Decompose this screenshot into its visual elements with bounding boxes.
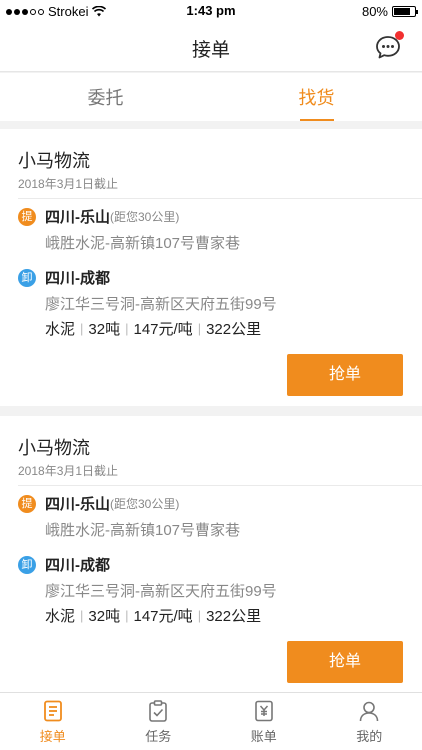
separator: | — [80, 608, 84, 623]
cargo-distance: 322公里 — [206, 608, 262, 625]
tabbar-label: 任务 — [145, 729, 172, 744]
cargo-goods: 水泥 — [45, 321, 76, 338]
active-tab-indicator — [299, 119, 334, 121]
segment-tabs: 委托 找货 — [0, 73, 422, 121]
battery-percent: 80% — [361, 4, 388, 19]
tabbar-label: 我的 — [356, 729, 383, 744]
status-bar: Strokei 1:43 pm 80% — [0, 0, 422, 22]
order-icon — [43, 700, 62, 722]
divider — [18, 485, 422, 486]
battery-status: 80% — [361, 4, 418, 19]
message-button[interactable] — [374, 31, 404, 61]
pickup-address: 峨胜水泥-高新镇107号曹家巷 — [45, 522, 241, 539]
tabbar-item-bills[interactable]: 账单 — [211, 693, 317, 750]
tabbar-label: 账单 — [250, 729, 277, 744]
bottom-tab-bar: 接单 任务 账单 我的 — [0, 692, 422, 750]
grab-order-button[interactable]: 抢单 — [287, 641, 403, 683]
cargo-weight: 32吨 — [88, 608, 121, 625]
tab-label: 找货 — [298, 88, 335, 108]
deadline: 2018年3月1日截止 — [18, 464, 119, 478]
separator: | — [197, 608, 202, 623]
unload-route-name: 四川-成都 — [45, 557, 110, 574]
order-card[interactable]: 小马物流 2018年3月1日截止 提 四川-乐山 (距您30公里) 峨胜水泥-高… — [0, 129, 422, 406]
bill-icon — [254, 700, 273, 722]
unload-badge-icon: 卸 — [18, 268, 36, 287]
divider — [18, 198, 422, 199]
battery-icon — [392, 6, 418, 17]
clock: 1:43 pm — [186, 3, 236, 18]
unload-address: 廖江华三号洞-高新区天府五街99号 — [45, 583, 277, 600]
cargo-goods: 水泥 — [45, 608, 76, 625]
pickup-badge-icon: 提 — [18, 494, 36, 513]
tab-entrust[interactable]: 委托 — [0, 73, 211, 121]
tabbar-label: 接单 — [39, 729, 66, 744]
unload-route-name: 四川-成都 — [45, 270, 110, 287]
unload-badge-icon: 卸 — [18, 555, 36, 574]
cargo-distance: 322公里 — [206, 321, 262, 338]
pickup-route: 提 四川-乐山 (距您30公里) — [18, 206, 179, 227]
cargo-info: 水泥 | 32吨 | 147元/吨 | 322公里 — [45, 318, 261, 339]
tabbar-item-tasks[interactable]: 任务 — [106, 693, 212, 750]
grab-order-button[interactable]: 抢单 — [287, 354, 403, 396]
tab-find-goods[interactable]: 找货 — [211, 73, 422, 121]
pickup-route-name: 四川-乐山 — [45, 209, 110, 226]
navigation-bar: 接单 — [0, 22, 422, 72]
pickup-distance: (距您30公里) — [110, 210, 180, 224]
company-name: 小马物流 — [18, 151, 90, 171]
pickup-badge-icon: 提 — [18, 207, 36, 226]
cargo-info: 水泥 | 32吨 | 147元/吨 | 322公里 — [45, 605, 261, 626]
separator: | — [125, 608, 129, 623]
cargo-price: 147元/吨 — [133, 321, 193, 338]
unload-route: 卸 四川-成都 — [18, 554, 110, 575]
cargo-weight: 32吨 — [88, 321, 121, 338]
tab-label: 委托 — [87, 88, 124, 108]
separator: | — [125, 321, 129, 336]
notification-dot — [395, 31, 404, 40]
separator: | — [197, 321, 202, 336]
task-icon — [149, 700, 168, 722]
pickup-route-name: 四川-乐山 — [45, 496, 110, 513]
pickup-route: 提 四川-乐山 (距您30公里) — [18, 493, 179, 514]
profile-icon — [359, 701, 379, 722]
page-title: 接单 — [191, 40, 230, 61]
cargo-price: 147元/吨 — [133, 608, 193, 625]
pickup-address: 峨胜水泥-高新镇107号曹家巷 — [45, 235, 241, 252]
tabbar-item-orders[interactable]: 接单 — [0, 693, 106, 750]
company-name: 小马物流 — [18, 438, 90, 458]
unload-route: 卸 四川-成都 — [18, 267, 110, 288]
order-list: 小马物流 2018年3月1日截止 提 四川-乐山 (距您30公里) 峨胜水泥-高… — [0, 129, 422, 703]
separator: | — [80, 321, 84, 336]
order-card[interactable]: 小马物流 2018年3月1日截止 提 四川-乐山 (距您30公里) 峨胜水泥-高… — [0, 416, 422, 693]
deadline: 2018年3月1日截止 — [18, 177, 119, 191]
unload-address: 廖江华三号洞-高新区天府五街99号 — [45, 296, 277, 313]
tabbar-item-profile[interactable]: 我的 — [317, 693, 422, 750]
pickup-distance: (距您30公里) — [110, 497, 180, 511]
